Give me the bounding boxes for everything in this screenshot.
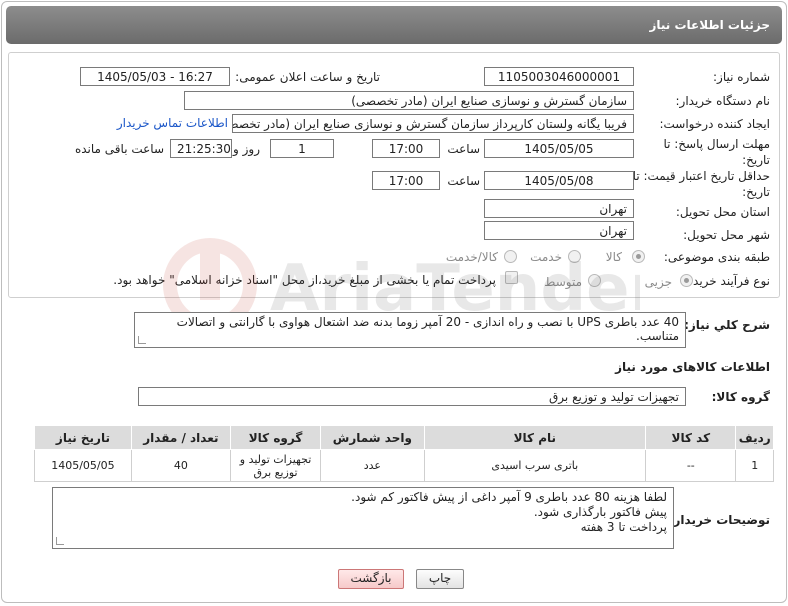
announce-datetime-field[interactable]: 1405/05/03 - 16:27 — [80, 67, 230, 86]
general-description-label: شرح کلي نياز: — [684, 318, 770, 332]
items-table: ردیف کد کالا نام کالا واحد شمارش گروه کا… — [34, 425, 774, 482]
category-option-goods: کالا — [605, 250, 622, 264]
cell-date: 1405/05/05 — [34, 449, 132, 482]
col-group: گروه کالا — [229, 425, 322, 450]
delivery-city-field[interactable]: تهران — [484, 221, 634, 240]
treasury-payment-checkbox[interactable] — [505, 271, 518, 284]
remaining-time-field[interactable]: 21:25:30 — [170, 139, 232, 158]
resize-grip-icon[interactable] — [56, 537, 64, 545]
buyer-notes-field[interactable]: لطفا هزینه 80 عدد باطری 9 آمپر داغی از پ… — [52, 487, 674, 549]
buyer-notes-line: لطفا هزینه 80 عدد باطری 9 آمپر داغی از پ… — [351, 490, 667, 504]
price-validity-date-field[interactable]: 1405/05/08 — [484, 171, 634, 190]
cell-code: -- — [645, 449, 737, 482]
category-option-goods-service: کالا/خدمت — [445, 250, 498, 264]
buyer-notes-line: پرداخت تا 3 هفته — [580, 520, 667, 534]
table-row[interactable]: 1 -- باتری سرب اسیدی عدد تجهیزات تولید و… — [34, 449, 774, 482]
buyer-notes-label: توضیحات خریدار: — [668, 513, 770, 527]
page-title: جزئیات اطلاعات نیاز — [649, 18, 770, 32]
buyer-notes-line: پیش فاکتور بارگذاری شود. — [533, 505, 667, 519]
col-unit: واحد شمارش — [320, 425, 425, 450]
category-option-service: خدمت — [530, 250, 562, 264]
col-date: تاریخ نیاز — [34, 425, 132, 450]
remaining-time-label: ساعت باقی مانده — [74, 142, 164, 156]
remaining-days-field[interactable]: 1 — [270, 139, 334, 158]
cell-qty: 40 — [130, 449, 231, 482]
category-radio-goods-service[interactable] — [504, 250, 517, 263]
page-header: جزئیات اطلاعات نیاز — [6, 6, 782, 44]
col-name: نام کالا — [423, 425, 647, 450]
col-row: ردیف — [735, 425, 774, 450]
cell-group: تجهیزات تولید و توزیع برق — [229, 449, 322, 482]
category-radio-goods[interactable] — [632, 250, 645, 263]
col-qty: تعداد / مقدار — [130, 425, 231, 450]
response-deadline-label: مهلت ارسال پاسخ: تا تاریخ: — [663, 137, 770, 167]
process-radio-partial[interactable] — [680, 274, 693, 287]
response-date-field[interactable]: 1405/05/05 — [484, 139, 634, 158]
general-description-field[interactable]: 40 عدد باطری UPS با نصب و راه اندازی - 2… — [134, 312, 686, 348]
treasury-payment-note: پرداخت تمام یا بخشی از مبلغ خرید،از محل … — [113, 273, 496, 287]
process-option-partial: جزیی — [644, 275, 672, 289]
response-time-label: ساعت — [447, 142, 480, 156]
delivery-province-label: استان محل تحویل: — [675, 205, 770, 219]
cell-unit: عدد — [320, 449, 425, 482]
category-label: طبقه بندی موضوعی: — [663, 250, 770, 264]
response-time-field[interactable]: 17:00 — [372, 139, 440, 158]
resize-grip-icon[interactable] — [138, 336, 146, 344]
requester-label: ایجاد کننده درخواست: — [659, 117, 770, 131]
goods-section-title: اطلاعات کالاهای مورد نیاز — [615, 360, 770, 374]
cell-row: 1 — [735, 449, 774, 482]
process-radio-medium[interactable] — [588, 274, 601, 287]
price-validity-time-field[interactable]: 17:00 — [372, 171, 440, 190]
delivery-province-field[interactable]: تهران — [484, 199, 634, 218]
purchase-process-label: نوع فرآیند خرید : — [685, 274, 770, 288]
print-button[interactable]: چاپ — [416, 569, 464, 589]
category-radio-service[interactable] — [568, 250, 581, 263]
announce-datetime-label: تاریخ و ساعت اعلان عمومی: — [235, 70, 380, 84]
back-button[interactable]: بازگشت — [338, 569, 404, 589]
goods-group-field[interactable]: تجهیزات تولید و توزیع برق — [138, 387, 686, 406]
requester-field[interactable]: فریبا یگانه ولستان کارپرداز سازمان گسترش… — [232, 114, 634, 133]
goods-group-label: گروه کالا: — [711, 390, 770, 404]
process-option-medium: متوسط — [544, 275, 582, 289]
remaining-days-label: روز و — [233, 142, 260, 156]
buyer-contact-link[interactable]: اطلاعات تماس خریدار — [117, 116, 228, 130]
need-number-label: شماره نیاز: — [713, 70, 770, 84]
need-number-field[interactable]: 1105003046000001 — [484, 67, 634, 86]
cell-name: باتری سرب اسیدی — [423, 449, 647, 482]
price-validity-time-label: ساعت — [447, 174, 480, 188]
price-validity-label: حداقل تاریخ اعتبار قیمت: تا تاریخ: — [632, 169, 770, 199]
buyer-org-label: نام دستگاه خریدار: — [675, 94, 771, 108]
buyer-org-field[interactable]: سازمان گسترش و نوسازی صنایع ایران (مادر … — [184, 91, 634, 110]
col-code: کد کالا — [645, 425, 737, 450]
general-description-text: 40 عدد باطری UPS با نصب و راه اندازی - 2… — [176, 315, 679, 343]
items-table-header: ردیف کد کالا نام کالا واحد شمارش گروه کا… — [34, 425, 774, 450]
delivery-city-label: شهر محل تحویل: — [683, 228, 770, 242]
